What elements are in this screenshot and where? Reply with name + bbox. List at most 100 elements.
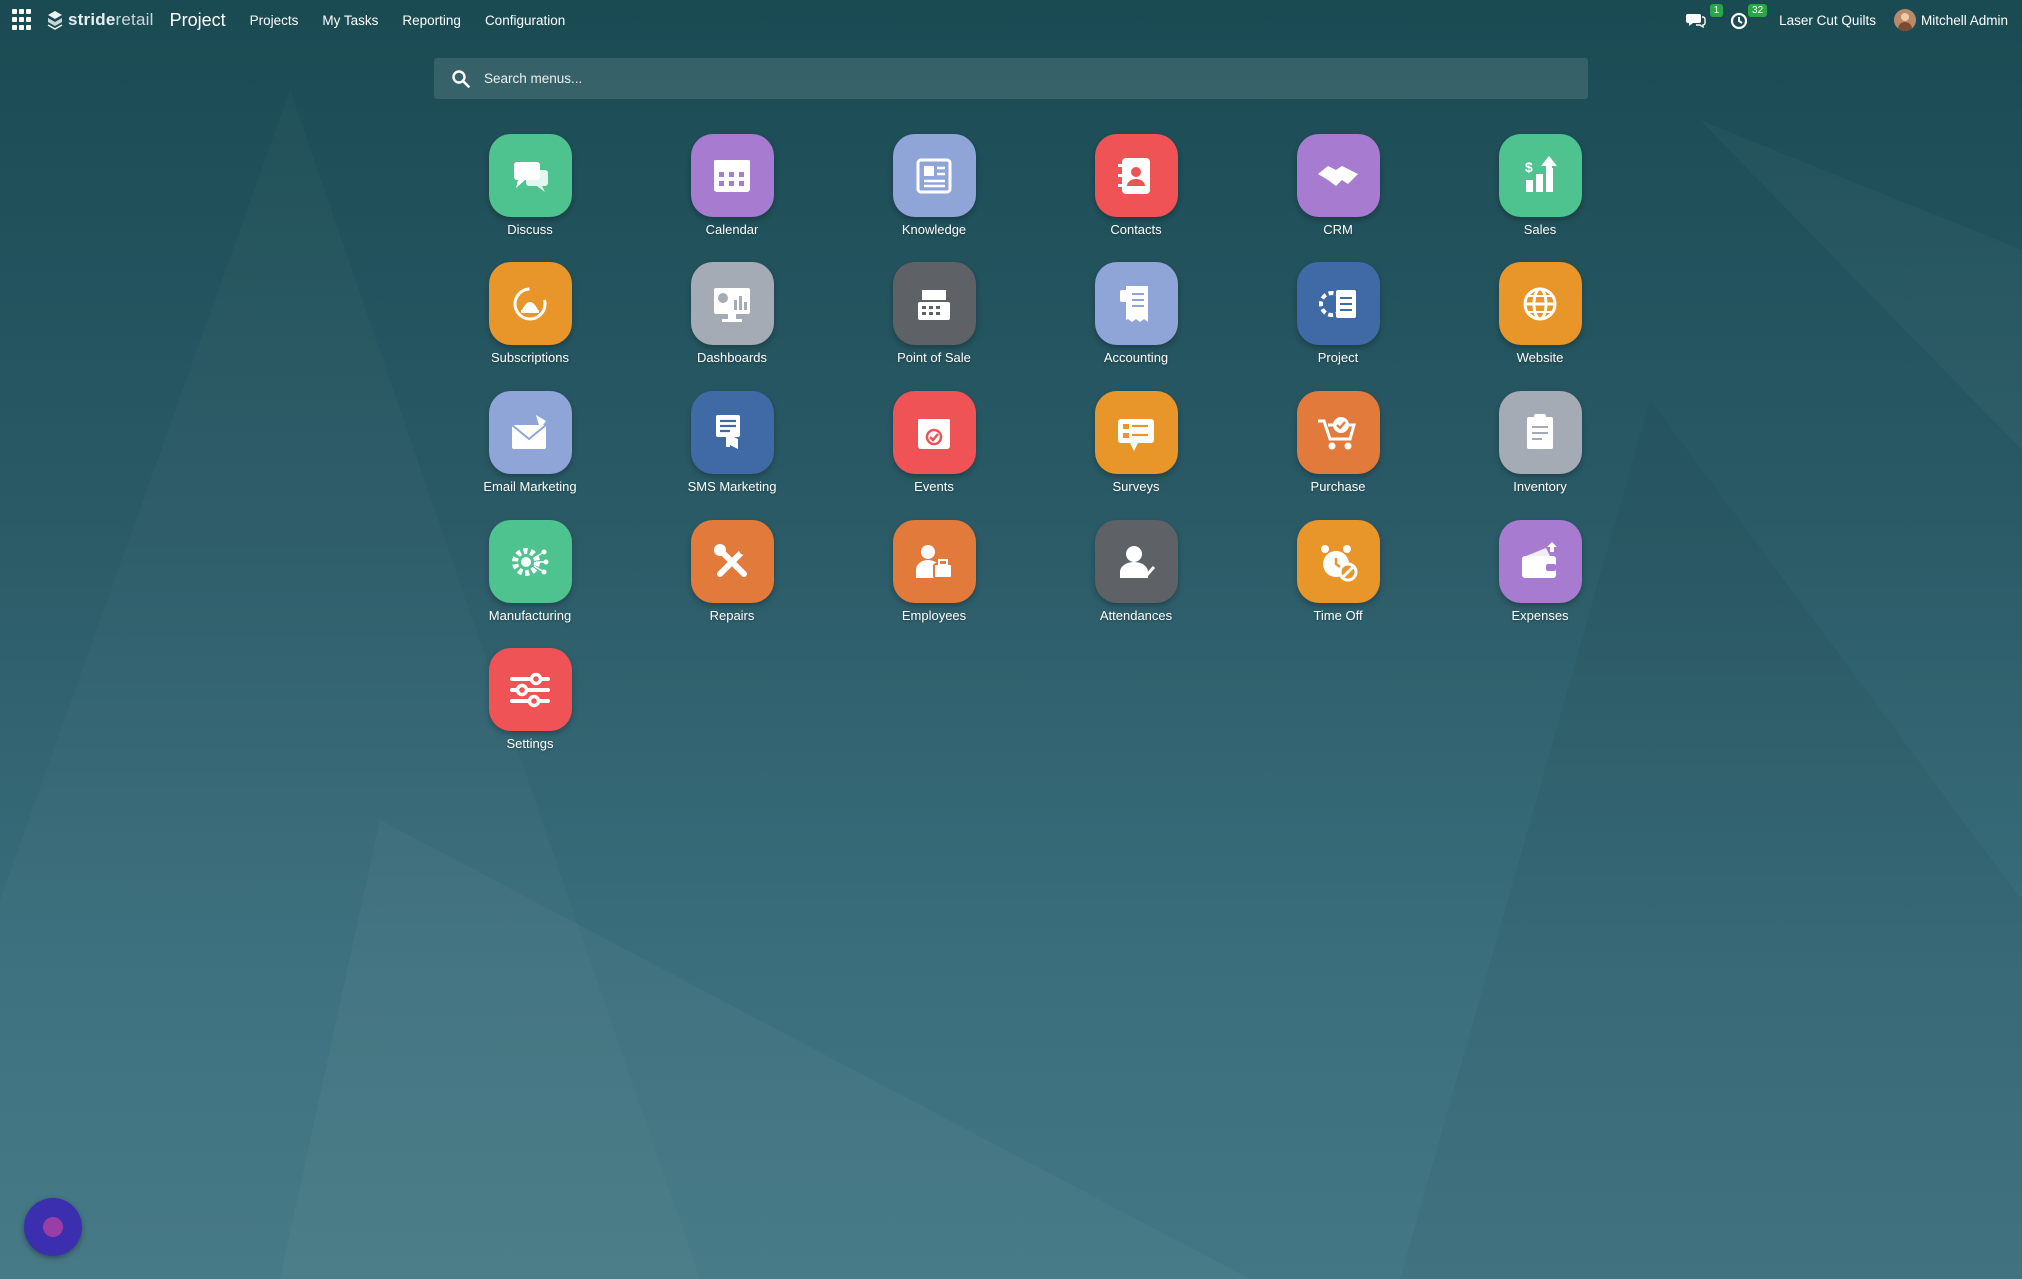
surveys-icon — [1094, 391, 1178, 474]
app-label: Repairs — [709, 608, 755, 623]
livechat-button[interactable] — [24, 1198, 82, 1256]
app-subscriptions[interactable]: Subscriptions — [455, 262, 605, 374]
app-label: Manufacturing — [488, 608, 572, 623]
app-label: Settings — [506, 736, 554, 751]
app-events[interactable]: Events — [859, 391, 1009, 503]
app-settings[interactable]: Settings — [455, 648, 605, 760]
app-calendar[interactable]: Calendar — [657, 134, 807, 246]
app-sms-marketing[interactable]: SMS Marketing — [657, 391, 807, 503]
app-dashboards[interactable]: Dashboards — [657, 262, 807, 374]
manufacturing-icon — [488, 520, 572, 603]
purchase-icon — [1296, 391, 1380, 474]
app-label: CRM — [1323, 222, 1353, 237]
svg-text:$: $ — [1525, 159, 1533, 175]
time-off-icon — [1296, 520, 1380, 603]
chat-dot-icon — [43, 1217, 63, 1237]
user-name: Mitchell Admin — [1920, 12, 2008, 28]
company-switcher[interactable]: Laser Cut Quilts — [1779, 13, 1876, 28]
app-repairs[interactable]: Repairs — [657, 520, 807, 632]
current-app-title[interactable]: Project — [170, 10, 226, 31]
subscriptions-icon — [488, 262, 572, 345]
app-label: Point of Sale — [897, 350, 971, 365]
project-icon — [1296, 262, 1380, 345]
brand-name-bold: stride — [68, 10, 116, 29]
app-label: Knowledge — [901, 222, 967, 237]
events-icon — [892, 391, 976, 474]
stride-logo-icon — [47, 11, 63, 30]
app-accounting[interactable]: Accounting — [1061, 262, 1211, 374]
app-label: Events — [914, 479, 954, 494]
sales-icon: $ — [1498, 134, 1582, 217]
search-bar[interactable] — [434, 58, 1588, 99]
app-label: Project — [1317, 350, 1359, 365]
app-label: Calendar — [705, 222, 759, 237]
app-label: Time Off — [1313, 608, 1363, 623]
app-label: Discuss — [507, 222, 553, 237]
app-label: Inventory — [1513, 479, 1567, 494]
app-time-off[interactable]: Time Off — [1263, 520, 1413, 632]
app-label: Expenses — [1511, 608, 1569, 623]
top-navbar: stride retail Project Projects My Tasks R… — [0, 0, 2022, 40]
app-purchase[interactable]: Purchase — [1263, 391, 1413, 503]
website-icon — [1498, 262, 1582, 345]
dashboards-icon — [690, 262, 774, 345]
app-crm[interactable]: CRM — [1263, 134, 1413, 246]
avatar — [1893, 9, 1916, 31]
app-label: SMS Marketing — [687, 479, 777, 494]
app-contacts[interactable]: Contacts — [1061, 134, 1211, 246]
activities-button[interactable]: 32 — [1729, 4, 1768, 31]
app-knowledge[interactable]: Knowledge — [859, 134, 1009, 246]
menu-projects[interactable]: Projects — [250, 13, 299, 28]
app-email-marketing[interactable]: Email Marketing — [455, 391, 605, 503]
employees-icon — [892, 520, 976, 603]
app-website[interactable]: Website — [1465, 262, 1615, 374]
attendances-icon — [1094, 520, 1178, 603]
app-label: Website — [1516, 350, 1564, 365]
app-label: Accounting — [1103, 350, 1169, 365]
inventory-icon — [1498, 391, 1582, 474]
crm-icon — [1296, 134, 1380, 217]
contacts-icon — [1094, 134, 1178, 217]
brand-logo[interactable]: stride retail — [46, 10, 154, 30]
messages-count-badge: 1 — [1709, 4, 1724, 17]
app-project[interactable]: Project — [1263, 262, 1413, 374]
activities-count-badge: 32 — [1748, 4, 1768, 17]
accounting-icon — [1094, 262, 1178, 345]
app-surveys[interactable]: Surveys — [1061, 391, 1211, 503]
user-menu[interactable]: Mitchell Admin — [1893, 9, 2008, 31]
email-marketing-icon — [488, 391, 572, 474]
search-input[interactable] — [482, 70, 1566, 87]
menu-reporting[interactable]: Reporting — [402, 13, 461, 28]
brand-name-light: retail — [115, 10, 154, 29]
point-of-sale-icon — [892, 262, 976, 345]
app-label: Sales — [1523, 222, 1557, 237]
repairs-icon — [690, 520, 774, 603]
messages-button[interactable]: 1 — [1685, 4, 1724, 31]
search-icon — [452, 69, 470, 88]
app-label: Employees — [901, 608, 967, 623]
app-inventory[interactable]: Inventory — [1465, 391, 1615, 503]
menu-configuration[interactable]: Configuration — [485, 13, 565, 28]
app-expenses[interactable]: Expenses — [1465, 520, 1615, 632]
app-manufacturing[interactable]: Manufacturing — [455, 520, 605, 632]
chat-icon — [1686, 14, 1706, 29]
background-pattern — [1400, 400, 2022, 1279]
app-point-of-sale[interactable]: Point of Sale — [859, 262, 1009, 374]
app-discuss[interactable]: Discuss — [455, 134, 605, 246]
app-label: Purchase — [1310, 479, 1366, 494]
app-employees[interactable]: Employees — [859, 520, 1009, 632]
app-sales[interactable]: $ Sales — [1465, 134, 1615, 246]
discuss-icon — [488, 134, 572, 217]
settings-icon — [488, 648, 572, 731]
app-label: Contacts — [1110, 222, 1162, 237]
menu-my-tasks[interactable]: My Tasks — [322, 13, 378, 28]
expenses-icon — [1498, 520, 1582, 603]
app-label: Surveys — [1112, 479, 1160, 494]
knowledge-icon — [892, 134, 976, 217]
apps-grid-icon[interactable] — [12, 9, 34, 31]
app-attendances[interactable]: Attendances — [1061, 520, 1211, 632]
app-label: Attendances — [1099, 608, 1173, 623]
app-label: Dashboards — [696, 350, 768, 365]
app-label: Subscriptions — [490, 350, 570, 365]
sms-marketing-icon — [690, 391, 774, 474]
